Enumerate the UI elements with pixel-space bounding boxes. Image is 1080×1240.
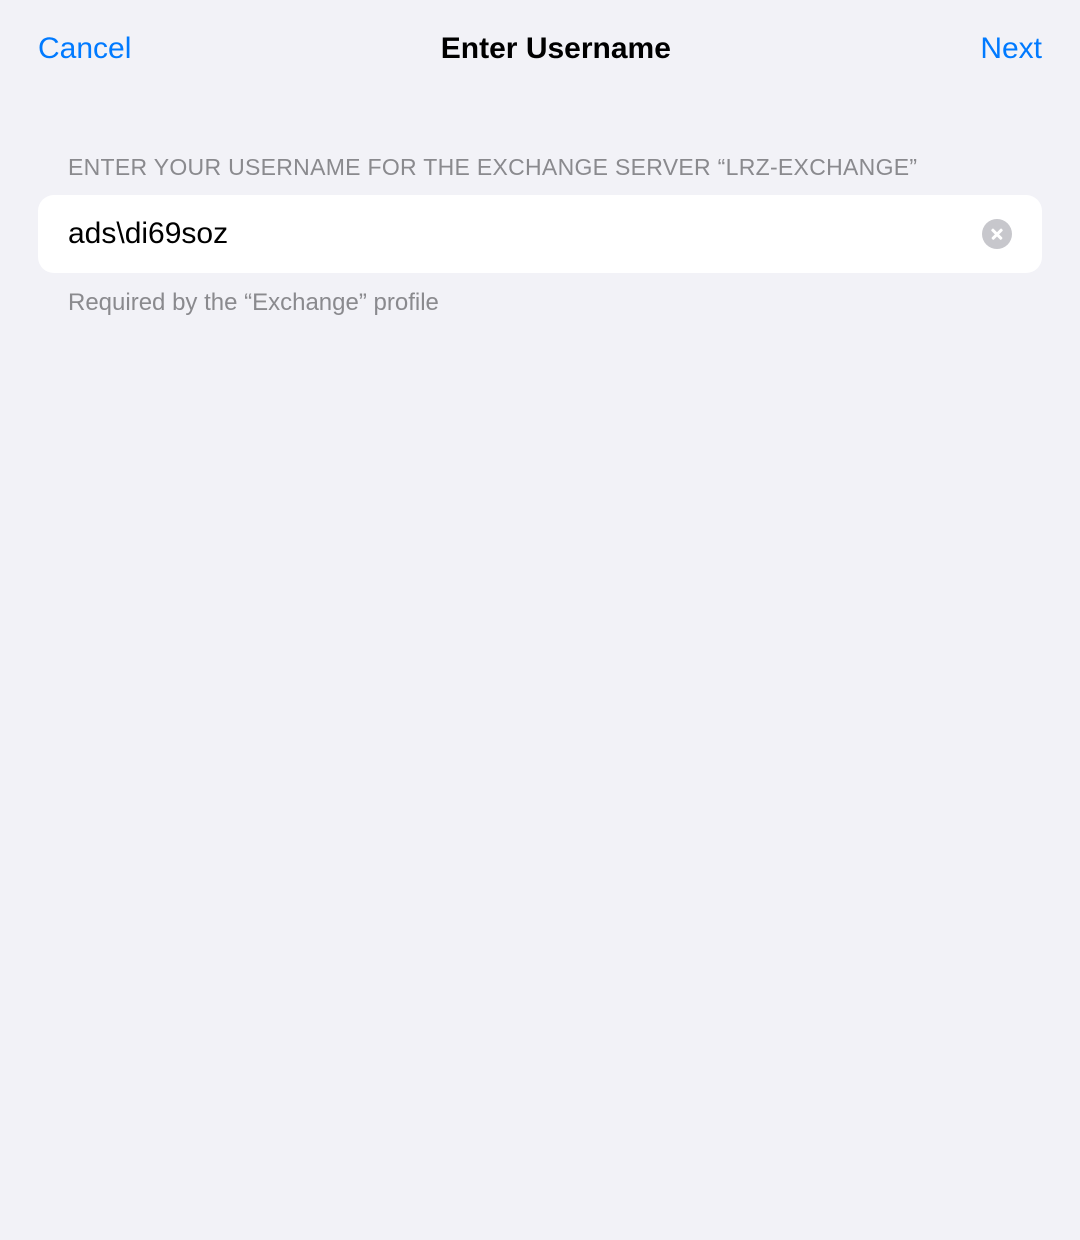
cancel-button[interactable]: Cancel: [38, 32, 131, 66]
footer-hint-label: Required by the “Exchange” profile: [38, 289, 1042, 317]
modal-header: Cancel Enter Username Next: [0, 0, 1080, 94]
content-area: ENTER YOUR USERNAME FOR THE EXCHANGE SER…: [0, 154, 1080, 317]
clear-input-button[interactable]: [982, 219, 1012, 249]
input-row: [38, 195, 1042, 273]
next-button[interactable]: Next: [980, 32, 1042, 66]
modal-title: Enter Username: [131, 32, 980, 66]
username-input[interactable]: [68, 217, 982, 251]
section-header-label: ENTER YOUR USERNAME FOR THE EXCHANGE SER…: [38, 154, 1042, 181]
clear-x-icon: [990, 227, 1004, 241]
